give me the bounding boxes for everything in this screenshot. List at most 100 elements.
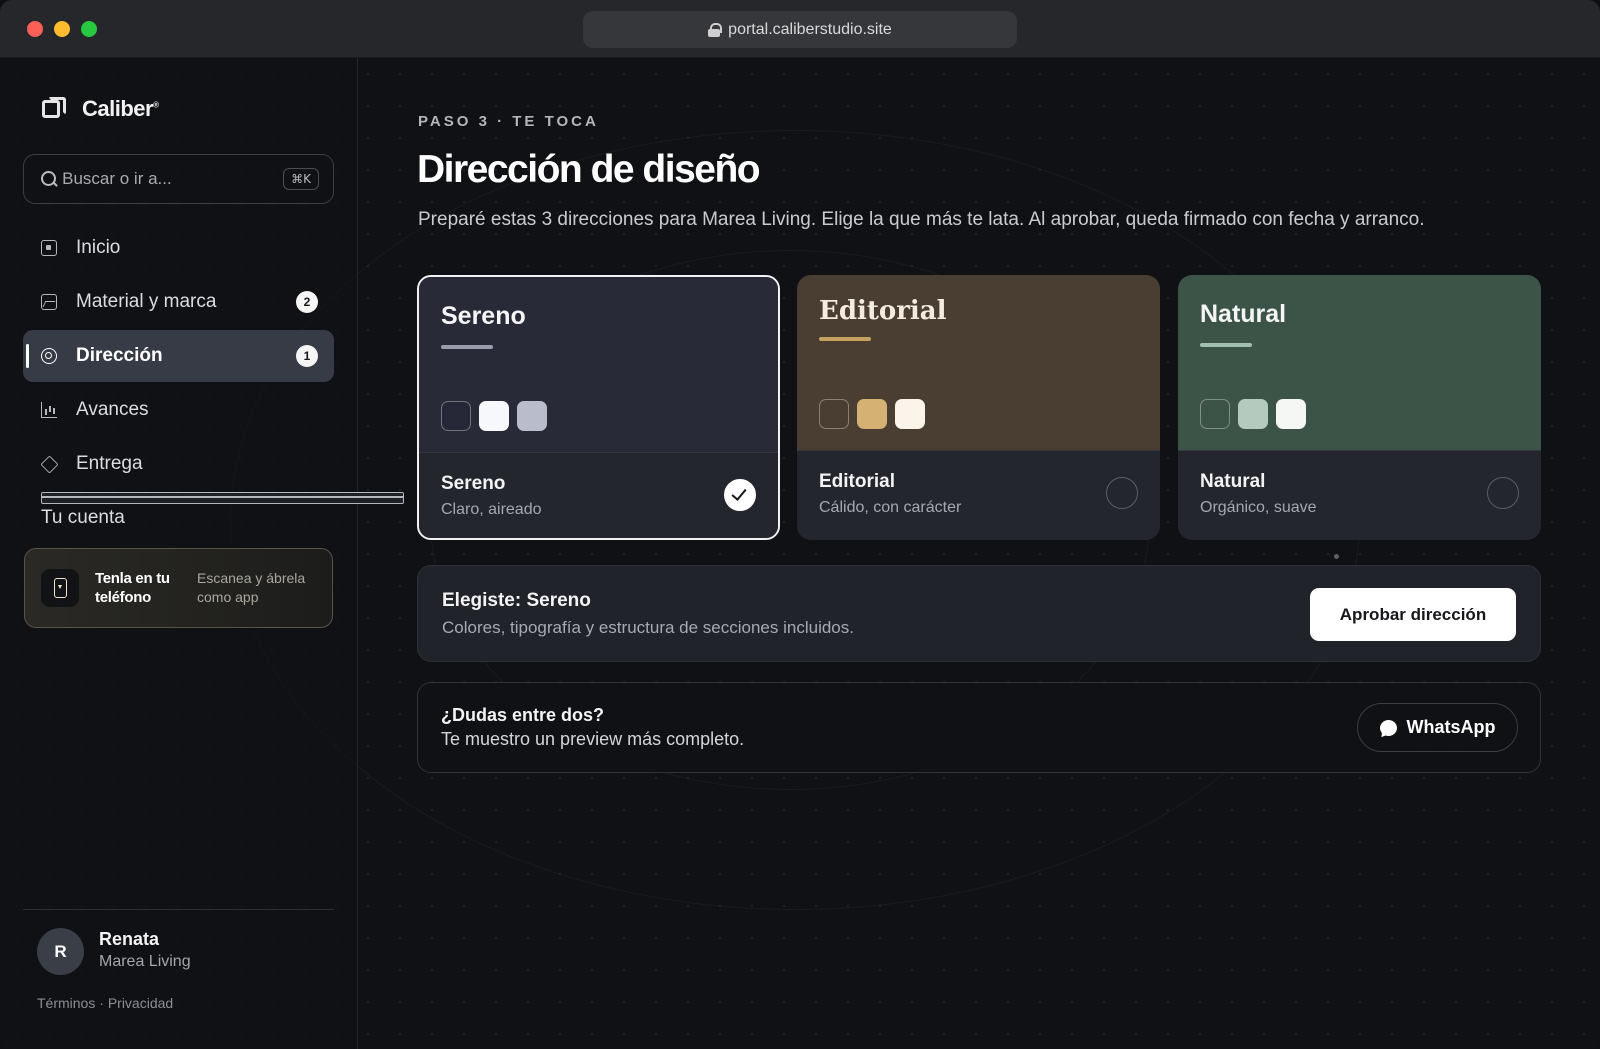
divider — [23, 909, 334, 910]
color-swatch — [895, 399, 925, 429]
color-swatch — [441, 401, 471, 431]
color-swatches — [1200, 399, 1306, 429]
count-badge: 1 — [296, 345, 318, 367]
option-radio[interactable] — [724, 479, 756, 511]
approve-direction-button[interactable]: Aprobar dirección — [1310, 588, 1516, 641]
check-icon — [731, 485, 747, 501]
card-preview: Editorial — [797, 275, 1160, 450]
card-footer: Editorial Cálido, con carácter — [797, 450, 1160, 540]
terms-link[interactable]: Términos — [37, 995, 95, 1011]
card-preview: Sereno — [419, 277, 778, 452]
card-icon — [41, 492, 404, 504]
sidebar-item-label: Dirección — [76, 345, 163, 366]
brand-name: Caliber® — [82, 96, 159, 121]
color-swatch — [517, 401, 547, 431]
sidebar-item-inicio[interactable]: Inicio — [23, 222, 334, 274]
card-name: Natural — [1200, 471, 1266, 492]
app-window: portal.caliberstudio.site Caliber® ⌘K In… — [0, 0, 1600, 1049]
color-swatch — [819, 399, 849, 429]
card-footer: Natural Orgánico, suave — [1178, 450, 1541, 540]
option-radio[interactable] — [1106, 477, 1138, 509]
image-icon — [41, 294, 57, 310]
direction-card-natural[interactable]: Natural Natural Orgánico, suave — [1178, 275, 1541, 540]
card-preview: Natural — [1178, 275, 1541, 450]
home-icon — [41, 240, 57, 256]
sidebar-item-entrega[interactable]: Entrega — [23, 438, 334, 490]
card-subtitle: Claro, aireado — [441, 501, 542, 518]
privacy-link[interactable]: Privacidad — [108, 995, 173, 1011]
page-description: Preparé estas 3 direcciones para Marea L… — [418, 209, 1425, 230]
maximize-window-button[interactable] — [81, 21, 97, 37]
search-box[interactable]: ⌘K — [23, 154, 334, 204]
card-name: Sereno — [441, 473, 506, 494]
help-title: ¿Dudas entre dos? — [441, 705, 605, 725]
color-swatches — [819, 399, 925, 429]
selection-subtitle: Colores, tipografía y estructura de secc… — [442, 618, 854, 637]
color-swatch — [479, 401, 509, 431]
count-badge: 2 — [296, 291, 318, 313]
sidebar-item-label: Tu cuenta — [41, 507, 125, 528]
main-content: PASO 3 · TE TOCA Dirección de diseño Pre… — [359, 58, 1600, 1049]
direction-card-sereno[interactable]: Sereno Sereno Claro, aireado — [417, 275, 780, 540]
color-swatches — [441, 401, 547, 431]
chat-icon — [1379, 719, 1397, 736]
search-input[interactable] — [62, 169, 284, 189]
address-bar[interactable]: portal.caliberstudio.site — [583, 11, 1017, 48]
minimize-window-button[interactable] — [54, 21, 70, 37]
chart-icon — [41, 402, 57, 418]
sidebar-item-label: Avances — [76, 399, 149, 420]
close-window-button[interactable] — [27, 21, 43, 37]
page-title: Dirección de diseño — [417, 148, 761, 191]
url-text: portal.caliberstudio.site — [728, 20, 892, 38]
card-preview-title: Editorial — [819, 296, 947, 326]
sidebar-item-label: Entrega — [76, 453, 143, 474]
color-swatch — [1200, 399, 1230, 429]
color-swatch — [1238, 399, 1268, 429]
card-footer: Sereno Claro, aireado — [419, 452, 778, 538]
direction-card-editorial[interactable]: Editorial Editorial Cálido, con carácter — [797, 275, 1160, 540]
card-preview-title: Sereno — [441, 302, 526, 330]
search-icon — [40, 170, 57, 188]
sidebar-item-label: Material y marca — [76, 291, 217, 312]
lock-icon — [708, 22, 723, 37]
help-subtitle: Te muestro un preview más completo. — [441, 729, 745, 749]
sidebar-item-label: Inicio — [76, 237, 121, 258]
card-subtitle: Cálido, con carácter — [819, 499, 962, 516]
install-app-title: Tenla en tu teléfono — [95, 570, 170, 606]
card-name: Editorial — [819, 471, 896, 492]
box-icon — [41, 456, 57, 472]
legal-separator: · — [95, 995, 108, 1011]
preview-underline — [441, 345, 493, 349]
pager-dot — [1334, 554, 1339, 559]
sidebar-item-avances[interactable]: Avances — [23, 384, 334, 436]
avatar[interactable]: R — [37, 928, 84, 975]
target-icon — [41, 348, 57, 364]
install-app-card[interactable]: Tenla en tu teléfono Escanea y ábrela co… — [24, 548, 333, 628]
sidebar-item-tu-cuenta[interactable]: Tu cuenta — [23, 492, 404, 544]
install-app-subtitle: Escanea y ábrela como app — [197, 570, 306, 605]
sidebar-item-direccion[interactable]: Dirección 1 — [23, 330, 334, 382]
direction-options: Sereno Sereno Claro, aireado Editorial E… — [417, 275, 1541, 540]
whatsapp-button[interactable]: WhatsApp — [1357, 703, 1518, 752]
help-banner: ¿Dudas entre dos? Te muestro un preview … — [417, 682, 1541, 773]
preview-underline — [1200, 343, 1252, 347]
sidebar: Caliber® ⌘K Inicio Material y marca 2 Di… — [0, 58, 404, 1049]
card-preview-title: Natural — [1200, 300, 1287, 328]
brand[interactable]: Caliber® — [42, 96, 159, 122]
user-name: Renata — [99, 929, 160, 949]
user-organization: Marea Living — [99, 953, 191, 970]
phone-download-icon — [53, 578, 67, 598]
whatsapp-button-label: WhatsApp — [1406, 717, 1496, 737]
step-label: PASO 3 · TE TOCA — [418, 113, 599, 130]
option-radio[interactable] — [1487, 477, 1519, 509]
color-swatch — [857, 399, 887, 429]
sidebar-item-material-y-marca[interactable]: Material y marca 2 — [23, 276, 334, 328]
legal-links: Términos · Privacidad — [37, 995, 173, 1011]
preview-underline — [819, 337, 871, 341]
phone-icon-container — [41, 569, 79, 607]
caliber-logo-icon — [42, 97, 66, 121]
selection-title: Elegiste: Sereno — [442, 590, 591, 611]
shortcut-hint: ⌘K — [283, 168, 319, 190]
color-swatch — [1276, 399, 1306, 429]
card-subtitle: Orgánico, suave — [1200, 499, 1317, 516]
